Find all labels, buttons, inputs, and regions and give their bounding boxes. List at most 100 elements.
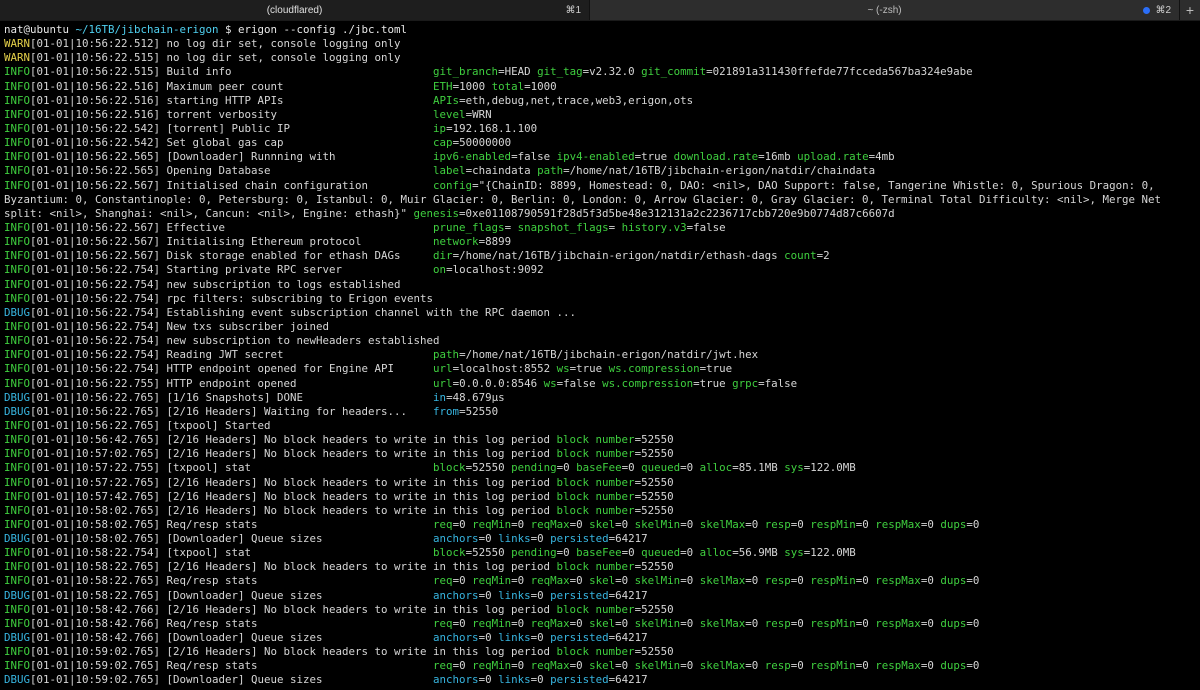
log-segment: [01-01|10:56:22.754] Establishing event … <box>30 305 577 319</box>
log-segment: =0 <box>966 517 980 531</box>
log-segment: req <box>433 574 453 588</box>
log-segment: respMax <box>875 616 921 630</box>
log-line: INFO[01-01|10:56:22.754] New txs subscri… <box>4 320 1196 334</box>
log-segment: reqMax <box>530 574 570 588</box>
log-segment: block number <box>556 503 635 517</box>
log-line: INFO[01-01|10:56:22.542] Set global gas … <box>4 136 1196 150</box>
log-segment: INFO <box>4 93 31 107</box>
log-segment: =4mb <box>868 150 895 164</box>
log-segment: anchors <box>433 673 479 687</box>
log-segment: [01-01|10:56:22.542] [torrent] Public IP <box>30 121 434 135</box>
log-segment: config <box>433 178 473 192</box>
log-line: WARN[01-01|10:56:22.515] no log dir set,… <box>4 51 1196 65</box>
new-tab-button[interactable]: + <box>1179 0 1200 20</box>
log-segment: genesis <box>413 206 460 220</box>
log-line: INFO[01-01|10:58:02.765] [2/16 Headers] … <box>4 504 1196 518</box>
log-line: INFO[01-01|10:58:22.765] [2/16 Headers] … <box>4 560 1196 574</box>
log-segment: dups <box>940 659 967 673</box>
log-line: INFO[01-01|10:56:22.567] Initialised cha… <box>4 179 1196 193</box>
log-segment: links <box>498 588 531 602</box>
log-segment: queued <box>641 546 681 560</box>
log-segment: [01-01|10:58:02.765] Req/resp stats <box>30 517 434 531</box>
log-segment: total <box>491 79 525 93</box>
log-segment: [01-01|10:56:22.567] Disk storage enable… <box>30 249 434 263</box>
log-segment: grpc <box>732 376 759 390</box>
log-segment: =52550 <box>465 546 512 560</box>
log-segment: reqMin <box>472 659 512 673</box>
log-segment: skel <box>589 517 616 531</box>
log-segment: INFO <box>4 235 31 249</box>
log-segment: alloc <box>699 461 733 475</box>
log-segment: =true <box>569 362 609 376</box>
log-segment: =122.0MB <box>803 461 856 475</box>
log-segment: INFO <box>4 574 31 588</box>
log-segment: reqMax <box>530 616 570 630</box>
log-line: INFO[01-01|10:56:22.755] HTTP endpoint o… <box>4 377 1196 391</box>
log-segment: =0 <box>615 574 635 588</box>
log-segment: =0 <box>745 616 765 630</box>
log-segment: reqMin <box>472 517 512 531</box>
log-segment: INFO <box>4 220 31 234</box>
log-segment: =WRN <box>465 107 492 121</box>
log-segment: git_commit <box>641 65 707 79</box>
log-segment: = <box>504 220 518 234</box>
log-segment: INFO <box>4 433 31 447</box>
log-segment: baseFee <box>576 546 622 560</box>
log-segment: =52550 <box>634 447 674 461</box>
tab-shortcut: ⌘1 <box>565 4 582 16</box>
log-line: INFO[01-01|10:56:22.516] Maximum peer co… <box>4 80 1196 94</box>
log-segment: [01-01|10:58:22.765] Req/resp stats <box>30 574 434 588</box>
log-line: INFO[01-01|10:56:22.565] Opening Databas… <box>4 164 1196 178</box>
log-segment: sys <box>784 461 804 475</box>
log-segment: block number <box>556 602 635 616</box>
log-segment: =0 <box>855 616 876 630</box>
log-segment: =/home/nat/16TB/jibchain-erigon/natdir/e… <box>452 249 785 263</box>
log-segment: reqMax <box>530 659 570 673</box>
log-segment: INFO <box>4 560 31 574</box>
log-segment: INFO <box>4 503 31 517</box>
log-segment: [01-01|10:56:22.754] Reading JWT secret <box>30 348 434 362</box>
activity-dot-icon <box>1143 6 1151 14</box>
terminal-output[interactable]: nat@ubuntu ~/16TB/jibchain-erigon $ erig… <box>0 21 1200 690</box>
log-segment: =false <box>511 150 557 164</box>
log-segment: [01-01|10:57:22.755] [txpool] stat <box>30 461 434 475</box>
log-segment: =0 <box>478 588 499 602</box>
log-segment: [01-01|10:56:42.765] [2/16 Headers] No b… <box>30 433 557 447</box>
log-segment: ipv4-enabled <box>556 150 635 164</box>
log-segment: INFO <box>4 489 31 503</box>
log-segment: skelMax <box>699 574 746 588</box>
log-segment: =0 <box>621 546 642 560</box>
log-segment: =0 <box>530 673 551 687</box>
log-segment: respMin <box>810 517 856 531</box>
log-line: INFO[01-01|10:58:22.754] [txpool] stat b… <box>4 546 1196 560</box>
log-segment: [01-01|10:56:22.516] torrent verbosity <box>30 107 434 121</box>
tab-shortcut: ⌘2 <box>1155 4 1172 16</box>
log-segment: =50000000 <box>452 136 512 150</box>
log-segment: =021891a311430ffefde77fcceda567ba324e9ab… <box>706 65 973 79</box>
log-segment: =8899 <box>478 235 512 249</box>
log-segment: resp <box>764 574 791 588</box>
log-line: INFO[01-01|10:57:02.765] [2/16 Headers] … <box>4 447 1196 461</box>
tab-cloudflared[interactable]: (cloudflared) ⌘1 <box>0 0 590 20</box>
log-line: INFO[01-01|10:56:22.754] HTTP endpoint o… <box>4 362 1196 376</box>
log-segment: reqMin <box>472 574 512 588</box>
log-segment: [01-01|10:56:22.765] [txpool] Started <box>30 418 271 432</box>
log-segment: =52550 <box>634 433 674 447</box>
log-line: INFO[01-01|10:56:22.754] rpc filters: su… <box>4 292 1196 306</box>
log-segment: url <box>433 362 453 376</box>
log-segment: ws.compression <box>602 376 694 390</box>
log-segment: WARN <box>4 37 31 51</box>
log-line: INFO[01-01|10:56:22.754] Reading JWT sec… <box>4 348 1196 362</box>
log-segment: =0 <box>452 517 473 531</box>
tab-zsh[interactable]: ~ (-zsh) ⌘2 <box>589 0 1179 20</box>
log-segment: [01-01|10:58:42.766] [2/16 Headers] No b… <box>30 602 557 616</box>
log-segment: links <box>498 532 531 546</box>
log-segment: baseFee <box>576 461 622 475</box>
log-segment: skelMax <box>699 517 746 531</box>
log-segment: =64217 <box>608 631 648 645</box>
log-segment: ws.compression <box>608 362 700 376</box>
log-segment: INFO <box>4 164 31 178</box>
log-segment: network <box>433 235 479 249</box>
log-segment: block number <box>556 560 635 574</box>
log-segment: DBUG <box>4 673 31 687</box>
